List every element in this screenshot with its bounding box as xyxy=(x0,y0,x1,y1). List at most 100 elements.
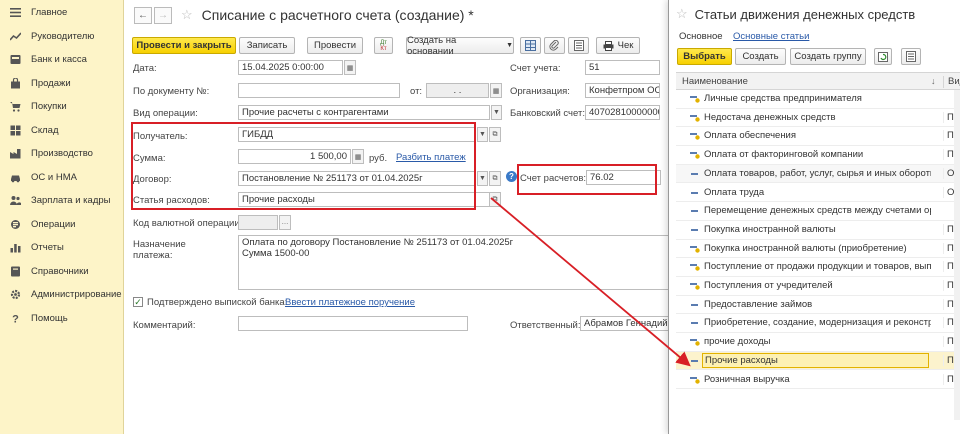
sidebar-item[interactable]: Банк и касса xyxy=(0,48,123,72)
attach-file-button[interactable] xyxy=(544,37,565,54)
purpose-line: Сумма 1500-00 xyxy=(242,248,310,259)
tab-main-items[interactable]: Основные статьи xyxy=(733,31,809,42)
sidebar-item[interactable]: ? Помощь xyxy=(0,307,123,331)
report-button[interactable] xyxy=(568,37,589,54)
open-link-icon: ⧉ xyxy=(492,195,498,203)
recipient-open-button[interactable]: ⧉ xyxy=(489,127,501,142)
date-field[interactable]: 15.04.2025 0:00:00 xyxy=(238,60,343,75)
purpose-label-line1: Назначение xyxy=(133,239,186,250)
tab-main[interactable]: Основное xyxy=(679,31,723,42)
calendar-button[interactable]: ▦ xyxy=(344,60,356,75)
paperclip-icon xyxy=(549,40,559,51)
bank-account-field[interactable]: 40702810000000000000 xyxy=(585,105,660,120)
column-header-name[interactable]: Наименование xyxy=(682,76,748,87)
sidebar-item-label: Банк и касса xyxy=(31,54,87,66)
dt-kt-button[interactable]: Дт Кт xyxy=(374,37,393,54)
post-and-close-button[interactable]: Провести и закрыть xyxy=(132,37,236,54)
table-row[interactable]: Поступления от учредителейПрочие xyxy=(676,277,960,296)
cash-item-expense-icon xyxy=(690,189,700,197)
sidebar-item[interactable]: Производство xyxy=(0,142,123,166)
sidebar-item[interactable]: ОС и НМА xyxy=(0,166,123,190)
sidebar-item-label: ОС и НМА xyxy=(31,171,77,183)
table-row[interactable]: Покупка иностранной валютыПрочие xyxy=(676,221,960,240)
list-settings-button[interactable] xyxy=(901,48,921,65)
post-button[interactable]: Провести xyxy=(307,37,363,54)
table-row[interactable]: Оплата обеспеченияПрочие xyxy=(676,127,960,147)
sidebar-item[interactable]: Руководителю xyxy=(0,25,123,49)
purpose-textarea[interactable]: Оплата по договору Постановление № 25117… xyxy=(238,235,670,290)
cash-item-income-icon xyxy=(690,95,700,103)
table-row[interactable]: Покупка иностранной валюты (приобретение… xyxy=(676,240,960,259)
table-row[interactable]: Поступление от продажи продукции и товар… xyxy=(676,258,960,277)
sidebar-item[interactable]: Администрирование xyxy=(0,283,123,307)
table-row[interactable]: Недостача денежных средствПрочие xyxy=(676,109,960,128)
dialog-scrollbar[interactable] xyxy=(954,90,960,420)
table-row[interactable]: Розничная выручкаПоступ xyxy=(676,371,960,390)
back-button[interactable]: ← xyxy=(134,6,152,24)
currency-op-code-field[interactable] xyxy=(238,215,278,230)
from-date-field[interactable]: . . xyxy=(426,83,489,98)
confirmed-checkbox[interactable]: ✓ xyxy=(133,297,143,307)
table-row[interactable]: прочие доходыПрочие xyxy=(676,333,960,352)
sidebar-item[interactable]: Продажи xyxy=(0,72,123,96)
sidebar-item-label: Продажи xyxy=(31,77,71,89)
table-row[interactable]: Личные средства предпринимателя xyxy=(676,90,960,109)
create-group-button[interactable]: Создать группу xyxy=(790,48,866,65)
sidebar-item[interactable]: Справочники xyxy=(0,260,123,284)
table-row[interactable]: Приобретение, создание, модернизация и р… xyxy=(676,314,960,334)
contract-dropdown[interactable]: ▼ xyxy=(477,171,488,186)
table-row[interactable]: Прочие расходыПрочие xyxy=(676,351,960,371)
row-name: Перемещение денежных средств между счета… xyxy=(704,205,931,217)
from-date-calendar-button[interactable]: ▦ xyxy=(490,83,502,98)
enter-payment-order-link[interactable]: Ввести платежное поручение xyxy=(285,297,415,308)
operation-type-dropdown[interactable]: ▼ xyxy=(491,105,502,120)
table-row[interactable]: Предоставление займовПрочие xyxy=(676,296,960,315)
sidebar-item-label: Руководителю xyxy=(31,30,95,42)
table-row[interactable]: Оплата товаров, работ, услуг, сырья и ин… xyxy=(676,164,960,184)
sidebar-item[interactable]: Операции xyxy=(0,213,123,237)
create-button[interactable]: Создать xyxy=(735,48,786,65)
table-row[interactable]: Оплата от факторинговой компанииПоступ xyxy=(676,146,960,165)
expense-item-open-button[interactable]: ⧉ xyxy=(489,192,501,207)
recipient-dropdown[interactable]: ▼ xyxy=(477,127,488,142)
create-based-on-button[interactable]: Создать на основании ▼ xyxy=(406,34,514,57)
car-icon xyxy=(9,171,22,184)
column-header-type[interactable]: Вид xyxy=(943,76,960,88)
favorite-star-icon[interactable]: ☆ xyxy=(181,7,193,23)
sidebar-item[interactable]: Склад xyxy=(0,119,123,143)
refresh-button[interactable] xyxy=(874,48,892,65)
dialog-title: Статьи движения денежных средств xyxy=(694,6,916,22)
bank-account-label: Банковский счет: xyxy=(510,108,585,119)
operation-type-field[interactable]: Прочие расчеты с контрагентами xyxy=(238,105,490,120)
people-icon xyxy=(9,194,22,207)
contract-open-button[interactable]: ⧉ xyxy=(489,171,501,186)
sort-arrow-icon[interactable]: ↓ xyxy=(931,76,936,86)
help-circle-icon[interactable]: ? xyxy=(506,171,517,182)
cash-item-income-icon xyxy=(690,151,700,159)
organization-field[interactable]: Конфетпром ООО xyxy=(585,83,660,98)
create-based-on-label: Создать на основании xyxy=(407,34,457,57)
doc-number-field[interactable] xyxy=(238,83,400,98)
table-header: Наименование ↓ Вид xyxy=(676,72,960,90)
table-row[interactable]: Перемещение денежных средств между счета… xyxy=(676,202,960,221)
sidebar-item[interactable]: Главное xyxy=(0,1,123,25)
sidebar-item-label: Помощь xyxy=(31,312,68,324)
sidebar-item[interactable]: Покупки xyxy=(0,95,123,119)
responsible-label: Ответственный: xyxy=(510,320,581,331)
favorite-star-icon[interactable]: ☆ xyxy=(676,6,688,22)
select-button[interactable]: Выбрать xyxy=(677,48,732,65)
print-button[interactable] xyxy=(520,37,541,54)
account-field[interactable]: 51 xyxy=(585,60,660,75)
sidebar-item-label: Главное xyxy=(31,7,68,19)
responsible-field[interactable]: Абрамов Геннадий С xyxy=(580,316,670,331)
forward-button[interactable]: → xyxy=(154,6,172,24)
sidebar-item[interactable]: Зарплата и кадры xyxy=(0,189,123,213)
document-form: ← → ☆ Списание с расчетного счета (созда… xyxy=(124,0,670,434)
calendar-icon: ▦ xyxy=(492,87,500,95)
save-button[interactable]: Записать xyxy=(239,37,295,54)
receipt-button[interactable]: Чек xyxy=(596,37,640,54)
sidebar-item[interactable]: Отчеты xyxy=(0,236,123,260)
currency-op-code-select-button[interactable]: … xyxy=(279,215,291,230)
comment-field[interactable] xyxy=(238,316,468,331)
table-row[interactable]: Оплата трудаОплата xyxy=(676,184,960,203)
